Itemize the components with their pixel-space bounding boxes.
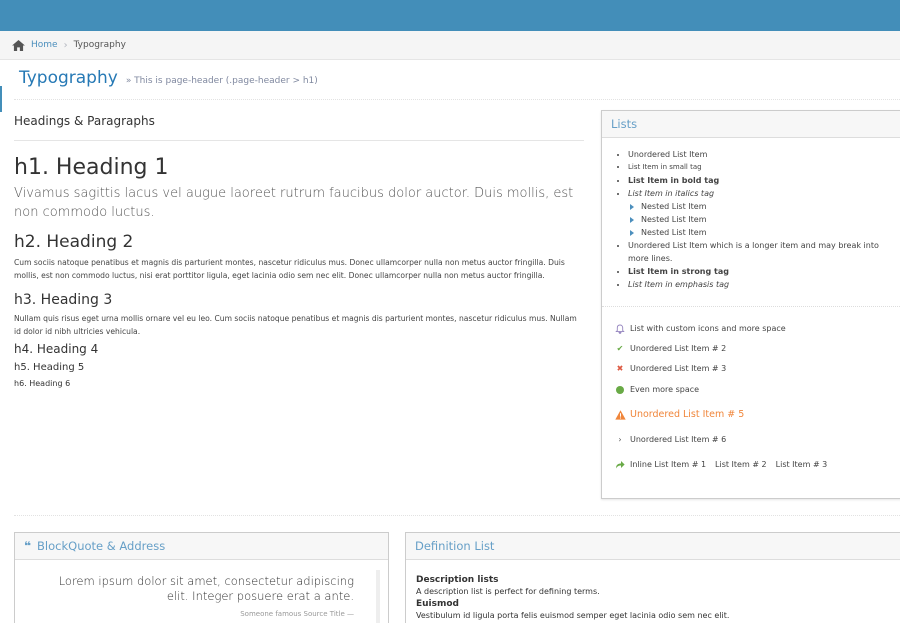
nested-list-item: Nested List Item — [630, 226, 898, 239]
inline-list-item: Inline List Item # 1 — [630, 460, 707, 469]
icon-list-item: Unordered List Item # 5 — [614, 408, 898, 421]
definition-description: Vestibulum id ligula porta felis euismod… — [416, 611, 730, 620]
breadcrumb: Home › Typography — [0, 31, 900, 60]
times-icon: ✖ — [616, 364, 624, 373]
nested-list-item: Nested List Item — [630, 200, 898, 213]
paragraph-2: Cum sociis natoque penatibus et magnis d… — [14, 258, 565, 280]
page-header: Typography » This is page-header (.page-… — [14, 66, 900, 100]
heading-6: h6. Heading 6 — [14, 379, 71, 388]
lists-widget-body: Unordered List Item List Item in small t… — [602, 138, 900, 471]
definition-list: Description lists A description list is … — [406, 560, 900, 622]
icon-list-item: › Unordered List Item # 6 — [614, 433, 898, 446]
blockquote-widget-title: BlockQuote & Address — [37, 539, 166, 553]
page-subtitle: » This is page-header (.page-header > h1… — [125, 76, 318, 86]
lists-widget-header: Lists — [602, 111, 900, 138]
share-icon — [614, 460, 626, 469]
caret-right-icon — [630, 229, 634, 236]
lists-widget-title: Lists — [611, 117, 638, 131]
divider — [602, 306, 900, 307]
icon-list-item: List with custom icons and more space — [614, 322, 898, 335]
paragraph-3: Nullam quis risus eget urna mollis ornar… — [14, 314, 577, 336]
inline-list-item: List Item # 3 — [775, 460, 828, 469]
lists-widget: Lists Unordered List Item List Item in s… — [601, 110, 900, 499]
list-item: Unordered List Item which is a longer it… — [628, 239, 898, 265]
list-item: Unordered List Item — [628, 148, 898, 161]
heading-4: h4. Heading 4 — [14, 342, 99, 356]
navbar — [0, 0, 900, 31]
definition-term: Euismod — [416, 599, 460, 609]
heading-2: h2. Heading 2 — [14, 232, 134, 252]
list-item: List Item in emphasis tag — [628, 278, 898, 291]
check-icon: ✔ — [616, 344, 624, 353]
definition-list-widget-header: Definition List — [406, 533, 900, 560]
blockquote-widget-header: ❝ BlockQuote & Address — [15, 533, 388, 560]
divider — [14, 515, 900, 516]
blockquote-source: Someone famous Source Title — — [240, 610, 354, 618]
caret-right-icon — [630, 216, 634, 223]
lead-paragraph: Vivamus sagittis lacus vel augue laoreet… — [14, 186, 574, 220]
circle-icon — [614, 385, 626, 394]
inline-list: Inline List Item # 1 List Item # 2 List … — [614, 458, 898, 471]
chevron-right-icon: › — [63, 39, 68, 51]
quote-left-icon: ❝ — [24, 539, 32, 553]
angle-right-icon: › — [618, 435, 622, 444]
icon-list-item: ✔ Unordered List Item # 2 — [614, 342, 898, 355]
inline-list-item: List Item # 2 — [715, 460, 767, 469]
blockquote-bar — [376, 570, 380, 623]
list-item: List Item in strong tag — [628, 265, 898, 278]
breadcrumb-home-link[interactable]: Home — [31, 40, 58, 50]
definition-term: Description lists — [416, 575, 499, 585]
warning-icon — [614, 409, 626, 420]
icon-list-item: Even more space — [614, 383, 898, 396]
heading-5: h5. Heading 5 — [14, 362, 85, 373]
list-item: List Item in bold tag — [628, 174, 898, 187]
section-title: Headings & Paragraphs — [14, 114, 584, 141]
definition-list-widget: Definition List Description lists A desc… — [405, 532, 900, 623]
definition-description: A description list is perfect for defini… — [416, 587, 600, 596]
bell-icon — [614, 324, 626, 334]
blockquote: Lorem ipsum dolor sit amet, consectetur … — [15, 560, 388, 623]
list-item: List Item in italics tag — [628, 187, 898, 200]
blockquote-text: Lorem ipsum dolor sit amet, consectetur … — [58, 574, 354, 603]
page-title: Typography — [19, 68, 118, 88]
caret-right-icon — [630, 203, 634, 210]
definition-list-widget-title: Definition List — [415, 539, 495, 553]
icon-list-item: ✖ Unordered List Item # 3 — [614, 362, 898, 375]
heading-3: h3. Heading 3 — [14, 292, 113, 308]
heading-1: h1. Heading 1 — [14, 155, 169, 180]
sidebar-edge — [0, 86, 2, 112]
home-icon — [12, 39, 25, 51]
breadcrumb-current: Typography — [73, 40, 126, 50]
blockquote-widget: ❝ BlockQuote & Address Lorem ipsum dolor… — [14, 532, 389, 623]
headings-paragraphs-section: Headings & Paragraphs h1. Heading 1 Viva… — [14, 114, 584, 388]
nested-list-item: Nested List Item — [630, 213, 898, 226]
list-item: List Item in small tag — [628, 161, 898, 174]
